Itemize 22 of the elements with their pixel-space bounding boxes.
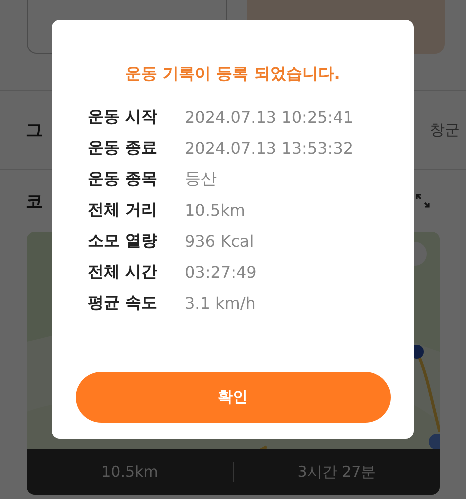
field-value: 03:27:49 xyxy=(185,263,257,282)
duration-text: 3시간 27분 xyxy=(296,462,378,482)
field-value: 등산 xyxy=(185,169,217,190)
field-value: 3.1 km/h xyxy=(185,294,256,313)
field-label: 운동 종목 xyxy=(88,169,159,190)
course-label: 코 xyxy=(26,190,43,212)
field-label: 운동 시작 xyxy=(88,107,159,128)
field-value: 2024.07.13 10:25:41 xyxy=(185,108,354,127)
weather-label: 그 xyxy=(26,120,43,142)
field-value: 10.5km xyxy=(185,201,246,220)
field-label: 전체 거리 xyxy=(88,200,159,221)
distance-text: 10.5km xyxy=(100,463,160,481)
field-label: 평균 속도 xyxy=(88,293,159,314)
field-label: 소모 열량 xyxy=(88,231,159,252)
field-value: 936 Kcal xyxy=(185,232,254,251)
expand-icon[interactable] xyxy=(416,194,430,208)
region-text: 창군 xyxy=(430,120,460,140)
field-value: 2024.07.13 13:53:32 xyxy=(185,139,354,158)
field-label: 운동 종료 xyxy=(88,138,159,159)
confirm-button[interactable]: 확인 xyxy=(76,372,390,423)
field-label: 전체 시간 xyxy=(88,262,159,283)
dialog-title: 운동 기록이 등록 되었습니다. xyxy=(126,64,340,85)
